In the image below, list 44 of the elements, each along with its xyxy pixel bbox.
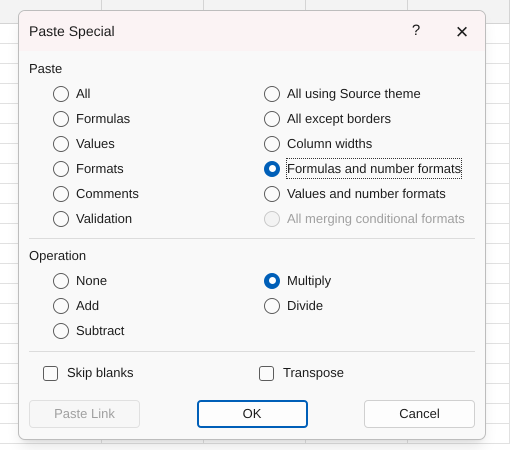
radio-label: All using Source theme xyxy=(287,84,421,103)
radio-button[interactable] xyxy=(53,272,69,288)
radio-label: All merging conditional formats xyxy=(287,210,465,228)
radio-button[interactable] xyxy=(53,298,69,314)
window-title: Paste Special xyxy=(29,22,116,41)
radio-button[interactable] xyxy=(53,160,69,176)
radio-label: Formats xyxy=(76,160,124,178)
radio-label: Multiply xyxy=(287,272,332,290)
radio-label: Formulas xyxy=(76,110,130,128)
radio-label: Comments xyxy=(76,184,139,203)
group-label: Paste xyxy=(29,60,64,77)
dialog-button[interactable]: Cancel xyxy=(364,400,475,428)
radio-label: None xyxy=(76,272,108,290)
radio-button[interactable] xyxy=(264,136,280,152)
radio-label: Formulas and number formats xyxy=(287,158,462,178)
radio-button[interactable] xyxy=(53,86,69,102)
radio-button[interactable] xyxy=(264,110,280,126)
radio-button[interactable] xyxy=(53,110,69,126)
radio-label: Column widths xyxy=(287,134,372,153)
checkbox-label: Transpose xyxy=(283,364,344,382)
checkbox-label: Skip blanks xyxy=(67,364,134,382)
radio-button[interactable] xyxy=(53,136,69,152)
dialog-button[interactable]: OK xyxy=(196,400,308,428)
radio-label: Validation xyxy=(76,210,132,228)
radio-label: Values and number formats xyxy=(287,184,446,203)
radio-label: Add xyxy=(76,296,100,315)
radio-button[interactable] xyxy=(53,210,69,226)
radio-label: Subtract xyxy=(76,322,124,340)
radio-button[interactable] xyxy=(53,186,69,202)
radio-button[interactable] xyxy=(264,86,280,102)
checkbox[interactable] xyxy=(259,366,274,380)
radio-button[interactable] xyxy=(264,186,280,202)
radio-label: All except borders xyxy=(287,110,392,128)
radio-button[interactable] xyxy=(53,322,69,338)
radio-button[interactable] xyxy=(264,272,280,288)
radio-button[interactable] xyxy=(264,298,280,314)
close-button[interactable]: × xyxy=(439,11,485,51)
checkbox[interactable] xyxy=(43,366,58,380)
radio-label: All xyxy=(76,84,90,103)
group-label: Operation xyxy=(29,247,88,264)
radio-label: Divide xyxy=(287,296,324,315)
radio-label: Values xyxy=(76,134,115,153)
radio-button[interactable] xyxy=(264,160,280,176)
help-button[interactable]: ? xyxy=(393,11,439,51)
